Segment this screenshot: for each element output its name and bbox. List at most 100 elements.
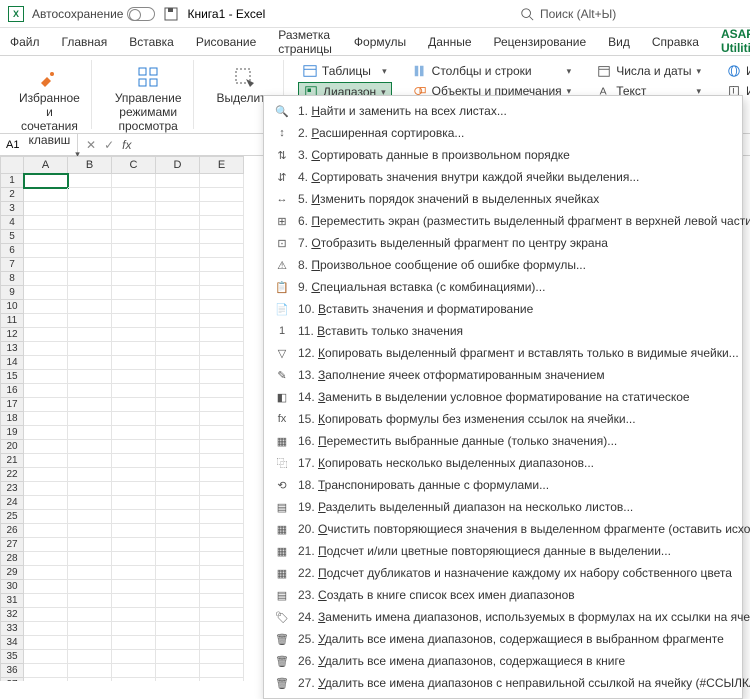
tab-view[interactable]: Вид bbox=[604, 31, 634, 53]
cell[interactable] bbox=[112, 608, 156, 622]
cell[interactable] bbox=[24, 524, 68, 538]
cell[interactable] bbox=[200, 636, 244, 650]
cell[interactable] bbox=[24, 538, 68, 552]
cell[interactable] bbox=[24, 664, 68, 678]
cell[interactable] bbox=[24, 314, 68, 328]
row-header[interactable]: 20 bbox=[0, 440, 24, 454]
row-header[interactable]: 28 bbox=[0, 552, 24, 566]
cell[interactable] bbox=[112, 188, 156, 202]
row-header[interactable]: 12 bbox=[0, 328, 24, 342]
cell[interactable] bbox=[200, 272, 244, 286]
cell[interactable] bbox=[68, 300, 112, 314]
row-header[interactable]: 2 bbox=[0, 188, 24, 202]
search-box[interactable]: Поиск (Alt+Ы) bbox=[520, 7, 616, 21]
tab-file[interactable]: Файл bbox=[6, 31, 44, 53]
tables-button[interactable]: Таблицы▾ bbox=[298, 62, 392, 80]
cell[interactable] bbox=[200, 174, 244, 188]
cell[interactable] bbox=[24, 216, 68, 230]
cell[interactable] bbox=[156, 426, 200, 440]
cell[interactable] bbox=[68, 538, 112, 552]
cell[interactable] bbox=[68, 650, 112, 664]
tab-review[interactable]: Рецензирование bbox=[490, 31, 591, 53]
menu-item-14[interactable]: ◧14. Заменить в выделении условное форма… bbox=[264, 386, 742, 408]
cell[interactable] bbox=[68, 314, 112, 328]
menu-item-11[interactable]: 111. Вставить только значения bbox=[264, 320, 742, 342]
cell[interactable] bbox=[156, 300, 200, 314]
cell[interactable] bbox=[200, 342, 244, 356]
menu-item-22[interactable]: ▦22. Подсчет дубликатов и назначение каж… bbox=[264, 562, 742, 584]
cell[interactable] bbox=[156, 538, 200, 552]
cell[interactable] bbox=[112, 356, 156, 370]
cell[interactable] bbox=[156, 440, 200, 454]
cell[interactable] bbox=[156, 314, 200, 328]
cell[interactable] bbox=[200, 426, 244, 440]
cell[interactable] bbox=[112, 538, 156, 552]
menu-item-16[interactable]: ▦16. Переместить выбранные данные (тольк… bbox=[264, 430, 742, 452]
col-header[interactable]: B bbox=[68, 156, 112, 174]
cell[interactable] bbox=[24, 202, 68, 216]
cell[interactable] bbox=[200, 454, 244, 468]
favorites-button[interactable]: Избранное и сочетания клавиш▾ bbox=[16, 62, 83, 163]
cell[interactable] bbox=[24, 594, 68, 608]
cell[interactable] bbox=[200, 230, 244, 244]
row-header[interactable]: 21 bbox=[0, 454, 24, 468]
toggle-switch[interactable] bbox=[127, 7, 155, 21]
cell[interactable] bbox=[68, 398, 112, 412]
cell[interactable] bbox=[156, 524, 200, 538]
cell[interactable] bbox=[200, 664, 244, 678]
cell[interactable] bbox=[68, 552, 112, 566]
menu-item-18[interactable]: ⟲18. Транспонировать данные с формулами.… bbox=[264, 474, 742, 496]
cell[interactable] bbox=[68, 244, 112, 258]
cell[interactable] bbox=[68, 664, 112, 678]
row-header[interactable]: 9 bbox=[0, 286, 24, 300]
cell[interactable] bbox=[24, 552, 68, 566]
cell[interactable] bbox=[156, 412, 200, 426]
cell[interactable] bbox=[112, 244, 156, 258]
cell[interactable] bbox=[156, 356, 200, 370]
cell[interactable] bbox=[200, 510, 244, 524]
numbers-button[interactable]: Числа и даты▾ bbox=[592, 62, 706, 80]
cell[interactable] bbox=[68, 608, 112, 622]
cell[interactable] bbox=[68, 440, 112, 454]
cell[interactable] bbox=[112, 216, 156, 230]
cell[interactable] bbox=[68, 594, 112, 608]
cell[interactable] bbox=[68, 230, 112, 244]
menu-item-4[interactable]: ⇵4. Сортировать значения внутри каждой я… bbox=[264, 166, 742, 188]
cell[interactable] bbox=[156, 174, 200, 188]
cell[interactable] bbox=[24, 188, 68, 202]
cell[interactable] bbox=[200, 286, 244, 300]
cols-button[interactable]: Столбцы и строки▾ bbox=[408, 62, 577, 80]
row-header[interactable]: 35 bbox=[0, 650, 24, 664]
row-header[interactable]: 30 bbox=[0, 580, 24, 594]
cell[interactable] bbox=[112, 664, 156, 678]
row-header[interactable]: 8 bbox=[0, 272, 24, 286]
cell[interactable] bbox=[200, 580, 244, 594]
cell[interactable] bbox=[156, 398, 200, 412]
row-header[interactable]: 17 bbox=[0, 398, 24, 412]
cell[interactable] bbox=[112, 342, 156, 356]
cell[interactable] bbox=[68, 188, 112, 202]
menu-item-20[interactable]: ▦20. Очистить повторяющиеся значения в в… bbox=[264, 518, 742, 540]
cell[interactable] bbox=[200, 524, 244, 538]
cell[interactable] bbox=[24, 412, 68, 426]
cell[interactable] bbox=[200, 440, 244, 454]
cell[interactable] bbox=[200, 356, 244, 370]
cell[interactable] bbox=[156, 510, 200, 524]
select-all-corner[interactable] bbox=[0, 156, 24, 174]
col-header[interactable]: E bbox=[200, 156, 244, 174]
menu-item-25[interactable]: 🗑25. Удалить все имена диапазонов, содер… bbox=[264, 628, 742, 650]
cell[interactable] bbox=[156, 272, 200, 286]
cell[interactable] bbox=[156, 342, 200, 356]
cell[interactable] bbox=[156, 496, 200, 510]
cell[interactable] bbox=[24, 482, 68, 496]
cell[interactable] bbox=[200, 608, 244, 622]
cell[interactable] bbox=[200, 398, 244, 412]
col-header[interactable]: A bbox=[24, 156, 68, 174]
cell[interactable] bbox=[112, 552, 156, 566]
cell[interactable] bbox=[156, 636, 200, 650]
cell[interactable] bbox=[112, 636, 156, 650]
cell[interactable] bbox=[156, 566, 200, 580]
cell[interactable] bbox=[112, 510, 156, 524]
cell[interactable] bbox=[200, 328, 244, 342]
row-header[interactable]: 22 bbox=[0, 468, 24, 482]
